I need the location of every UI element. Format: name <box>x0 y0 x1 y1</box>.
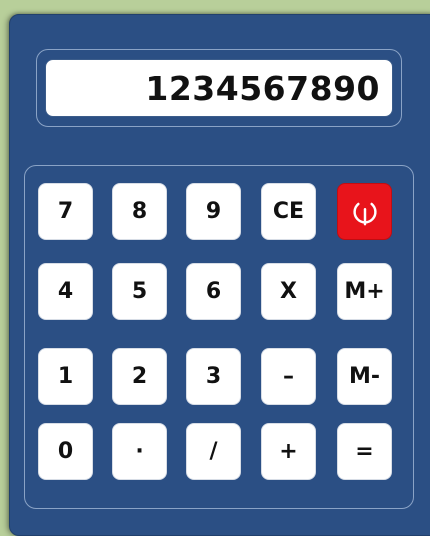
equals-button[interactable]: = <box>337 423 392 480</box>
memory-subtract-button[interactable]: M- <box>337 348 392 405</box>
key-8[interactable]: 8 <box>112 183 167 240</box>
multiply-button[interactable]: X <box>261 263 316 320</box>
decimal-point-button[interactable]: · <box>112 423 167 480</box>
power-button[interactable] <box>337 183 392 240</box>
clear-entry-button[interactable]: CE <box>261 183 316 240</box>
key-5[interactable]: 5 <box>112 263 167 320</box>
divide-button[interactable]: / <box>186 423 241 480</box>
add-button[interactable]: + <box>261 423 316 480</box>
key-2[interactable]: 2 <box>112 348 167 405</box>
key-4[interactable]: 4 <box>38 263 93 320</box>
display-frame: 1234567890 <box>36 49 402 127</box>
subtract-button[interactable]: – <box>261 348 316 405</box>
key-0[interactable]: 0 <box>38 423 93 480</box>
power-icon <box>352 202 377 226</box>
memory-add-button[interactable]: M+ <box>337 263 392 320</box>
key-6[interactable]: 6 <box>186 263 241 320</box>
key-1[interactable]: 1 <box>38 348 93 405</box>
key-9[interactable]: 9 <box>186 183 241 240</box>
key-3[interactable]: 3 <box>186 348 241 405</box>
calculator-body: 1234567890 7 8 9 CE 4 5 6 X M+ 1 2 3 – M… <box>9 14 430 536</box>
display-screen: 1234567890 <box>45 59 393 117</box>
key-7[interactable]: 7 <box>38 183 93 240</box>
